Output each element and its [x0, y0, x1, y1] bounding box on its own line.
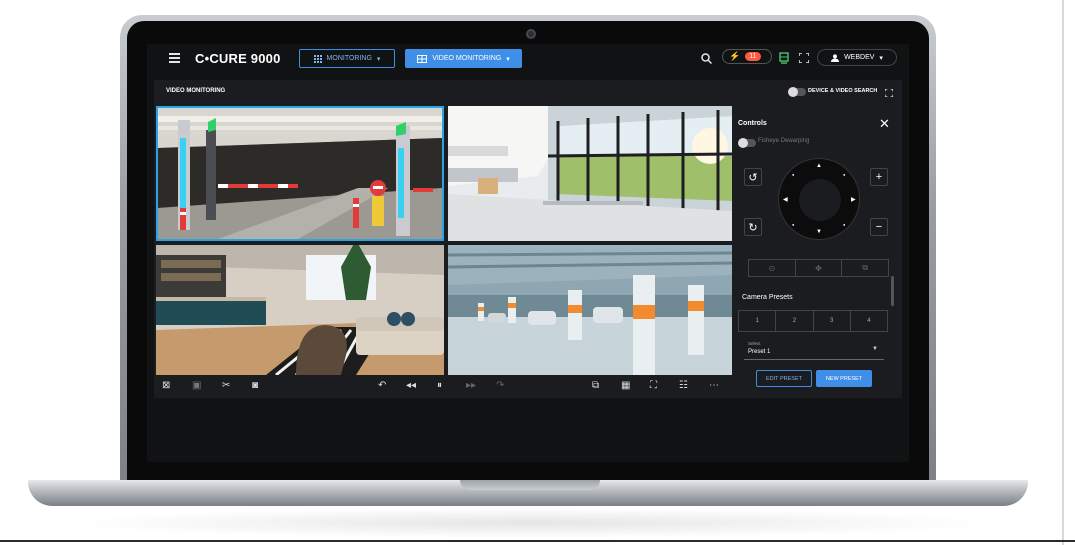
preset-button-3[interactable]: 3 — [814, 311, 851, 331]
zoom-out-button[interactable]: − — [870, 218, 888, 236]
grid-icon — [313, 54, 322, 63]
laptop-mockup: C•CURE 9000 MONITORING ▾ VIDEO MONITORIN… — [0, 0, 1075, 545]
snapshot-icon[interactable]: ⧉ — [842, 260, 888, 276]
chevron-down-icon: ▾ — [506, 55, 510, 63]
new-preset-button[interactable]: NEW PRESET — [816, 370, 872, 387]
undo-icon[interactable]: ↶ — [378, 380, 386, 392]
rewind-icon[interactable]: ◂◂ — [406, 380, 416, 392]
video-grid-icon — [417, 54, 428, 63]
ptz-dial[interactable]: ▲ ▼ ◀ ▶ ● ● ● ● — [778, 158, 860, 240]
alarm-indicator[interactable]: ⚡ 11 — [722, 49, 772, 64]
preset-buttons: 1 2 3 4 — [738, 310, 888, 332]
fast-forward-icon[interactable]: ▸▸ — [466, 380, 476, 392]
chevron-down-icon: ▾ — [879, 54, 883, 62]
brand-title: C•CURE 9000 — [195, 51, 281, 66]
user-label: WEBDEV — [844, 54, 875, 61]
laptop-notch — [460, 480, 600, 490]
alarm-count-badge: 11 — [745, 52, 761, 61]
fisheye-label: Fisheye Dewarping — [758, 138, 810, 144]
camera-snapshot-icon[interactable]: ◙ — [252, 380, 258, 392]
camera-tile-3[interactable] — [156, 245, 444, 375]
zoom-in-button[interactable]: + — [870, 168, 888, 186]
frame-edge — [1062, 0, 1064, 545]
search-icon[interactable] — [701, 53, 712, 64]
preset-select-label: Select — [748, 341, 761, 346]
camera-tile-2[interactable] — [448, 106, 732, 241]
video-monitoring-label: VIDEO MONITORING — [432, 55, 502, 62]
redo-icon[interactable]: ↷ — [496, 380, 504, 392]
close-icon[interactable]: ✕ — [879, 116, 890, 132]
user-menu-button[interactable]: WEBDEV ▾ — [817, 49, 897, 66]
camera-feed-garage — [448, 245, 732, 375]
controls-panel: Controls ✕ Fisheye Dewarping ↺ ↻ + − ▲ ▼… — [736, 106, 900, 396]
ptz-center[interactable] — [799, 179, 841, 221]
fullscreen-icon[interactable]: ⛶ — [650, 380, 657, 392]
preset-select-value: Preset 1 — [748, 349, 771, 355]
expand-icon[interactable] — [885, 89, 893, 97]
preset-select[interactable]: Select Preset 1 ▼ — [744, 338, 884, 360]
move-icon[interactable]: ✥ — [796, 260, 843, 276]
pan-down-icon[interactable]: ▼ — [816, 229, 822, 235]
sliders-icon[interactable]: ☷ — [679, 380, 688, 392]
webcam-icon — [526, 29, 536, 39]
device-search-label: DEVICE & VIDEO SEARCH — [808, 88, 878, 94]
scissors-icon[interactable]: ✂ — [222, 380, 230, 392]
pause-icon[interactable]: ⏸ — [437, 380, 442, 392]
page-title: VIDEO MONITORING — [166, 88, 226, 94]
video-monitoring-button[interactable]: VIDEO MONITORING ▾ — [405, 49, 522, 68]
menu-icon[interactable] — [169, 53, 180, 63]
laptop-reflection — [60, 508, 1000, 538]
monitor-icon[interactable] — [779, 52, 789, 65]
video-monitoring-panel: VIDEO MONITORING DEVICE & VIDEO SEARCH ⊠… — [154, 80, 902, 398]
preset-button-4[interactable]: 4 — [851, 311, 887, 331]
app-screen: C•CURE 9000 MONITORING ▾ VIDEO MONITORIN… — [147, 44, 909, 462]
controls-title: Controls — [738, 120, 767, 127]
pan-up-icon[interactable]: ▲ — [816, 163, 822, 169]
lightning-icon: ⚡ — [729, 51, 741, 61]
pan-left-icon[interactable]: ◀ — [783, 196, 788, 203]
rotate-cw-button[interactable]: ↻ — [744, 218, 762, 236]
frame-bottom-line — [0, 540, 1075, 542]
camera-presets-title: Camera Presets — [742, 294, 793, 301]
camera-feed-parking-gate — [158, 108, 442, 239]
camera-feed-lobby — [156, 245, 444, 375]
device-search-toggle[interactable] — [788, 87, 806, 97]
pan-up-left-icon[interactable]: ● — [792, 172, 794, 177]
fullscreen-icon[interactable] — [799, 53, 809, 63]
close-stream-icon[interactable]: ⊠ — [162, 380, 170, 392]
camera-tile-4[interactable] — [448, 245, 732, 375]
ptz-mode-group: ⊙ ✥ ⧉ — [748, 259, 889, 277]
fisheye-toggle[interactable] — [738, 138, 756, 148]
top-bar: C•CURE 9000 MONITORING ▾ VIDEO MONITORIN… — [147, 44, 909, 74]
pan-down-left-icon[interactable]: ● — [792, 222, 794, 227]
edit-preset-button[interactable]: EDIT PRESET — [756, 370, 812, 387]
user-icon — [831, 53, 840, 62]
monitoring-label: MONITORING — [326, 55, 372, 62]
preset-button-1[interactable]: 1 — [739, 311, 777, 331]
record-icon[interactable]: ▣ — [192, 380, 201, 392]
rotate-ccw-button[interactable]: ↺ — [744, 168, 762, 186]
focus-icon[interactable]: ⊙ — [749, 260, 796, 276]
pan-right-icon[interactable]: ▶ — [851, 196, 856, 203]
chevron-down-icon: ▼ — [872, 346, 878, 352]
camera-feed-atrium — [448, 106, 732, 241]
pan-down-right-icon[interactable]: ● — [843, 222, 845, 227]
layout-settings-icon[interactable]: ⧉ — [592, 380, 599, 392]
chevron-down-icon: ▾ — [376, 55, 381, 63]
monitoring-button[interactable]: MONITORING ▾ — [299, 49, 395, 68]
panel-scrollbar[interactable] — [891, 276, 894, 306]
video-control-bar: ⊠ ▣ ✂ ◙ ↶ ◂◂ ⏸ ▸▸ ↷ ⧉ ▦ ⛶ ☷ ⋯ — [156, 378, 732, 396]
camera-tile-1[interactable] — [156, 106, 444, 241]
grid-layout-icon[interactable]: ▦ — [621, 380, 630, 392]
more-icon[interactable]: ⋯ — [709, 380, 719, 392]
preset-button-2[interactable]: 2 — [776, 311, 814, 331]
pan-up-right-icon[interactable]: ● — [843, 172, 845, 177]
